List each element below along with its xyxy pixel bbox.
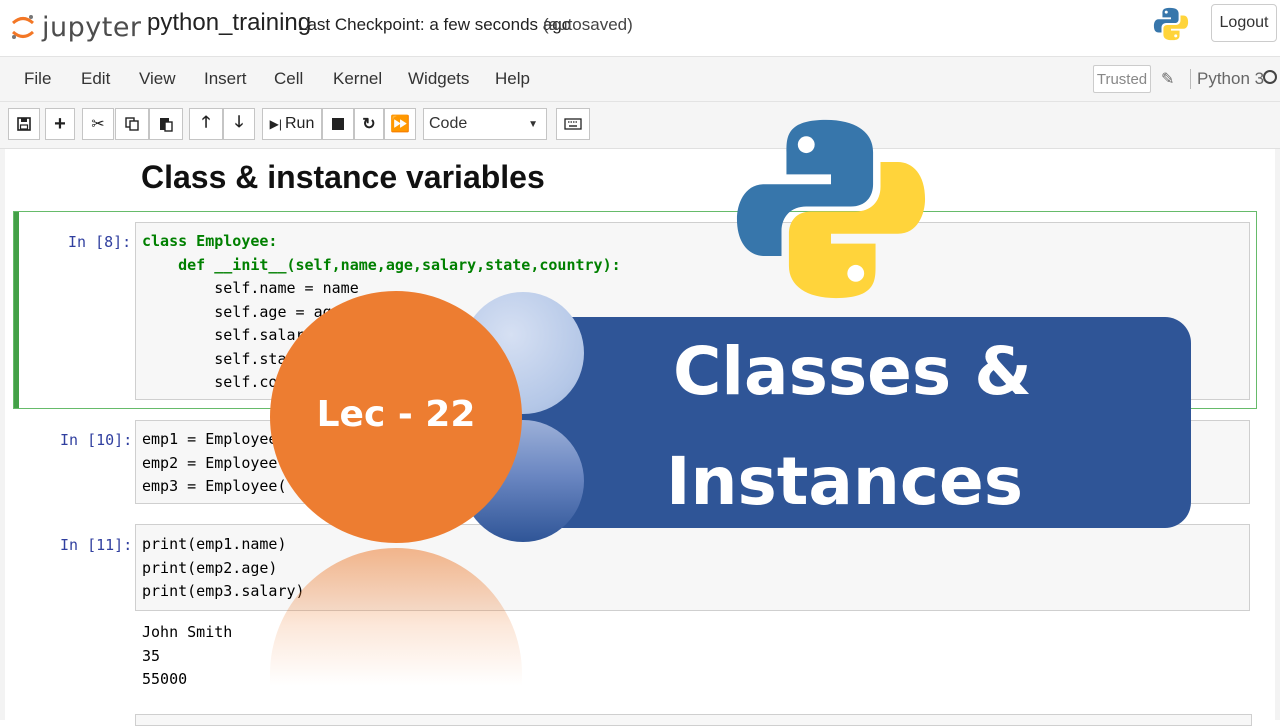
code-line: self.age = age (142, 302, 341, 321)
logout-button[interactable]: Logout (1211, 4, 1277, 42)
python-logo-icon (1153, 7, 1189, 41)
autosave-status: (autosaved) (543, 15, 633, 34)
checkpoint-status: Last Checkpoint: a few seconds ago (298, 15, 572, 34)
menu-insert[interactable]: Insert (204, 69, 247, 89)
keyboard-icon (564, 118, 582, 130)
arrow-down-icon: 🡓 (234, 113, 244, 131)
code-line: class Employee: (142, 232, 278, 250)
code-line: emp1 = Employee( (142, 430, 287, 448)
paste-button[interactable] (149, 108, 183, 140)
restart-button[interactable]: ↻ (354, 108, 384, 140)
run-button[interactable]: ▶| Run (262, 108, 322, 140)
cell-prompt: In [11]: (60, 536, 133, 554)
jupyter-orbit-icon (11, 15, 35, 39)
cell-type-select[interactable]: Code ▼ (423, 108, 547, 140)
kernel-name: Python 3 (1190, 69, 1264, 89)
menu-widgets[interactable]: Widgets (408, 69, 469, 89)
selected-cell-bar (14, 212, 19, 408)
menu-help[interactable]: Help (495, 69, 530, 89)
arrow-up-icon: 🡑 (201, 113, 211, 131)
command-palette-button[interactable] (556, 108, 590, 140)
copy-button[interactable] (115, 108, 149, 140)
interrupt-button[interactable] (322, 108, 354, 140)
notebook-header: jupyter python_training Last Checkpoint:… (0, 0, 1280, 52)
menu-view[interactable]: View (139, 69, 176, 89)
toolbar: + ✂ 🡑 🡓 ▶| Run ↻ ⏩ Code ▼ (0, 102, 1280, 149)
cell-type-value: Code (429, 115, 468, 132)
plus-icon: + (54, 112, 66, 135)
copy-icon (125, 117, 139, 131)
fast-forward-icon: ⏩ (390, 116, 410, 133)
scissors-icon: ✂ (91, 116, 105, 133)
cell-prompt: In [10]: (60, 431, 133, 449)
code-line: print(emp1.name) (142, 535, 287, 553)
save-icon (17, 117, 31, 131)
output-line: 35 (142, 646, 161, 665)
banner-title-line1: Classes & (673, 333, 1032, 410)
move-down-button[interactable]: 🡓 (223, 108, 255, 140)
trusted-badge[interactable]: Trusted (1093, 65, 1151, 93)
jupyter-logo[interactable]: jupyter (10, 6, 150, 46)
menu-kernel[interactable]: Kernel (333, 69, 382, 89)
restart-icon: ↻ (362, 116, 376, 133)
cut-button[interactable]: ✂ (82, 108, 114, 140)
jupyter-wordmark: jupyter (42, 12, 142, 43)
code-line: print(emp3.salary) (142, 582, 305, 600)
cell-output: John Smith 35 55000 (142, 621, 232, 692)
cell-prompt: In [8]: (68, 233, 132, 251)
output-line: John Smith (142, 623, 233, 641)
banner-title-line2: Instances (666, 443, 1024, 520)
code-line: def __init__(self,name,age,salary,state,… (142, 255, 621, 274)
edit-pencil-icon[interactable]: ✎ (1161, 69, 1174, 89)
notebook-name[interactable]: python_training (147, 9, 311, 37)
code-line: emp3 = Employee(' (142, 477, 296, 495)
output-line: 55000 (142, 670, 188, 688)
menu-file[interactable]: File (24, 69, 51, 89)
code-line: self.name = name (142, 279, 359, 297)
stop-icon (332, 118, 344, 130)
menu-edit[interactable]: Edit (81, 69, 110, 89)
step-forward-icon: ▶| (269, 117, 282, 131)
markdown-heading[interactable]: Class & instance variables (141, 159, 545, 196)
run-label: Run (285, 115, 315, 132)
kernel-status-icon (1263, 70, 1277, 84)
chevron-down-icon: ▼ (528, 118, 538, 130)
code-line: emp2 = Employee( (142, 453, 287, 472)
menu-bar: File Edit View Insert Cell Kernel Widget… (0, 56, 1280, 102)
code-block: print(emp1.name) print(emp2.age) print(e… (142, 533, 305, 604)
python-logo-icon (736, 119, 926, 299)
menu-cell[interactable]: Cell (274, 69, 303, 89)
move-up-button[interactable]: 🡑 (189, 108, 223, 140)
save-button[interactable] (8, 108, 40, 140)
lecture-number: Lec - 22 (316, 394, 476, 435)
code-line: print(emp2.age) (142, 558, 278, 577)
insert-cell-button[interactable]: + (45, 108, 75, 140)
paste-icon (160, 118, 173, 132)
run-all-button[interactable]: ⏩ (384, 108, 416, 140)
